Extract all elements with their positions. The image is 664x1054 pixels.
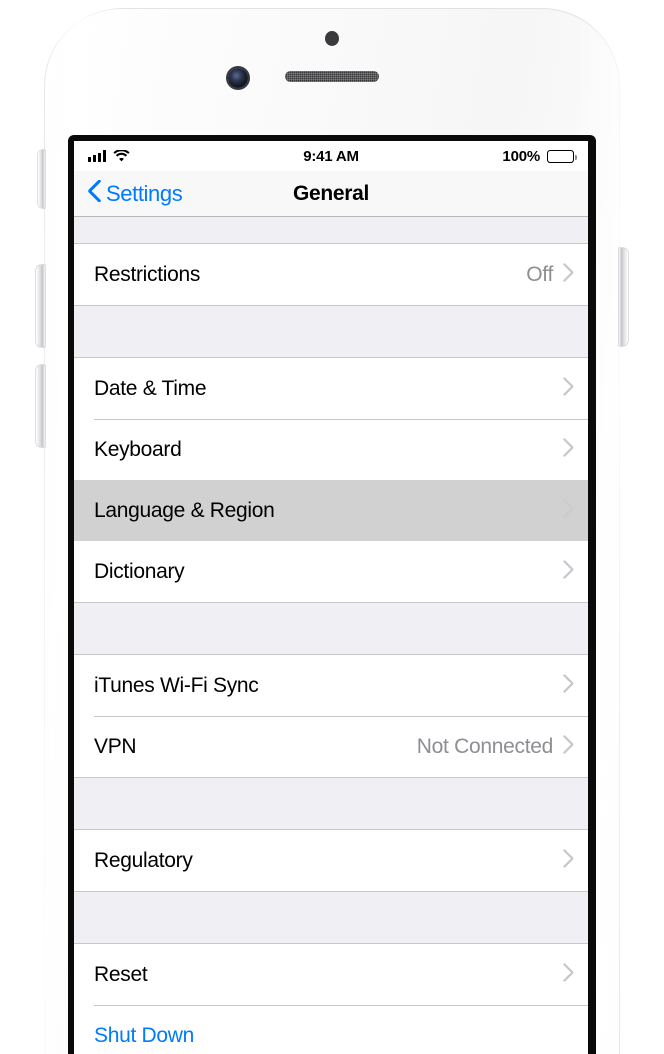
list-item-label: Date & Time — [94, 376, 207, 400]
back-button-label: Settings — [106, 180, 183, 206]
volume-down-button[interactable] — [36, 365, 45, 447]
status-bar: 9:41 AM 100% — [74, 141, 588, 171]
sync-section: iTunes Wi-Fi Sync VPN Not Connected — [74, 655, 588, 777]
section-gap — [74, 217, 588, 244]
back-button[interactable]: Settings — [88, 179, 183, 207]
list-item-dictionary[interactable]: Dictionary — [74, 541, 588, 602]
list-item-label: VPN — [94, 734, 137, 758]
chevron-right-icon — [563, 498, 574, 523]
navigation-bar: Settings General — [74, 171, 588, 217]
settings-list[interactable]: Restrictions Off Date & Time Keyboard Langua… — [74, 217, 588, 1054]
power-button[interactable] — [619, 248, 628, 346]
ring-silent-switch[interactable] — [38, 150, 45, 208]
chevron-right-icon — [563, 848, 574, 873]
list-item-label: iTunes Wi-Fi Sync — [94, 673, 259, 697]
chevron-right-icon — [563, 962, 574, 987]
status-bar-time: 9:41 AM — [303, 147, 359, 165]
chevron-right-icon — [563, 559, 574, 584]
list-item-label: Language & Region — [94, 498, 275, 522]
regulatory-section: Regulatory — [74, 830, 588, 891]
chevron-right-icon — [563, 734, 574, 759]
list-item-regulatory[interactable]: Regulatory — [74, 830, 588, 891]
chevron-right-icon — [563, 376, 574, 401]
phone-screen: 9:41 AM 100% Settings General Restrictio… — [74, 141, 588, 1054]
volume-up-button[interactable] — [36, 265, 45, 347]
chevron-right-icon — [563, 437, 574, 462]
list-item-itunes-wi-fi-sync[interactable]: iTunes Wi-Fi Sync — [74, 655, 588, 716]
chevron-right-icon — [563, 673, 574, 698]
list-item-value: Not Connected — [416, 734, 554, 758]
list-item-restrictions[interactable]: Restrictions Off — [74, 244, 588, 305]
list-item-shut-down[interactable]: Shut Down — [74, 1005, 588, 1054]
section-gap — [74, 305, 588, 358]
section-gap — [74, 891, 588, 944]
phone-stage: 9:41 AM 100% Settings General Restrictio… — [0, 0, 664, 1054]
chevron-right-icon — [563, 262, 574, 287]
list-item-date-time[interactable]: Date & Time — [74, 358, 588, 419]
list-item-value: Off — [526, 262, 553, 286]
section-gap — [74, 777, 588, 830]
chevron-left-icon — [88, 179, 101, 207]
list-item-label: Keyboard — [94, 437, 182, 461]
list-item-label: Regulatory — [94, 848, 193, 872]
list-item-label: Restrictions — [94, 262, 201, 286]
earpiece-speaker-icon — [285, 71, 379, 82]
proximity-sensor-icon — [325, 31, 339, 46]
list-item-language-region[interactable]: Language & Region — [74, 480, 588, 541]
reset-section: Reset Shut Down — [74, 944, 588, 1054]
list-item-vpn[interactable]: VPN Not Connected — [74, 716, 588, 777]
list-item-label: Shut Down — [94, 1023, 195, 1047]
localization-section: Date & Time Keyboard Language & Region Dict… — [74, 358, 588, 602]
restrictions-section: Restrictions Off — [74, 244, 588, 305]
front-camera-icon — [228, 68, 248, 88]
list-item-reset[interactable]: Reset — [74, 944, 588, 1005]
section-gap — [74, 602, 588, 655]
list-item-label: Reset — [94, 962, 148, 986]
list-item-keyboard[interactable]: Keyboard — [74, 419, 588, 480]
list-item-label: Dictionary — [94, 559, 185, 583]
battery-icon — [547, 149, 577, 163]
